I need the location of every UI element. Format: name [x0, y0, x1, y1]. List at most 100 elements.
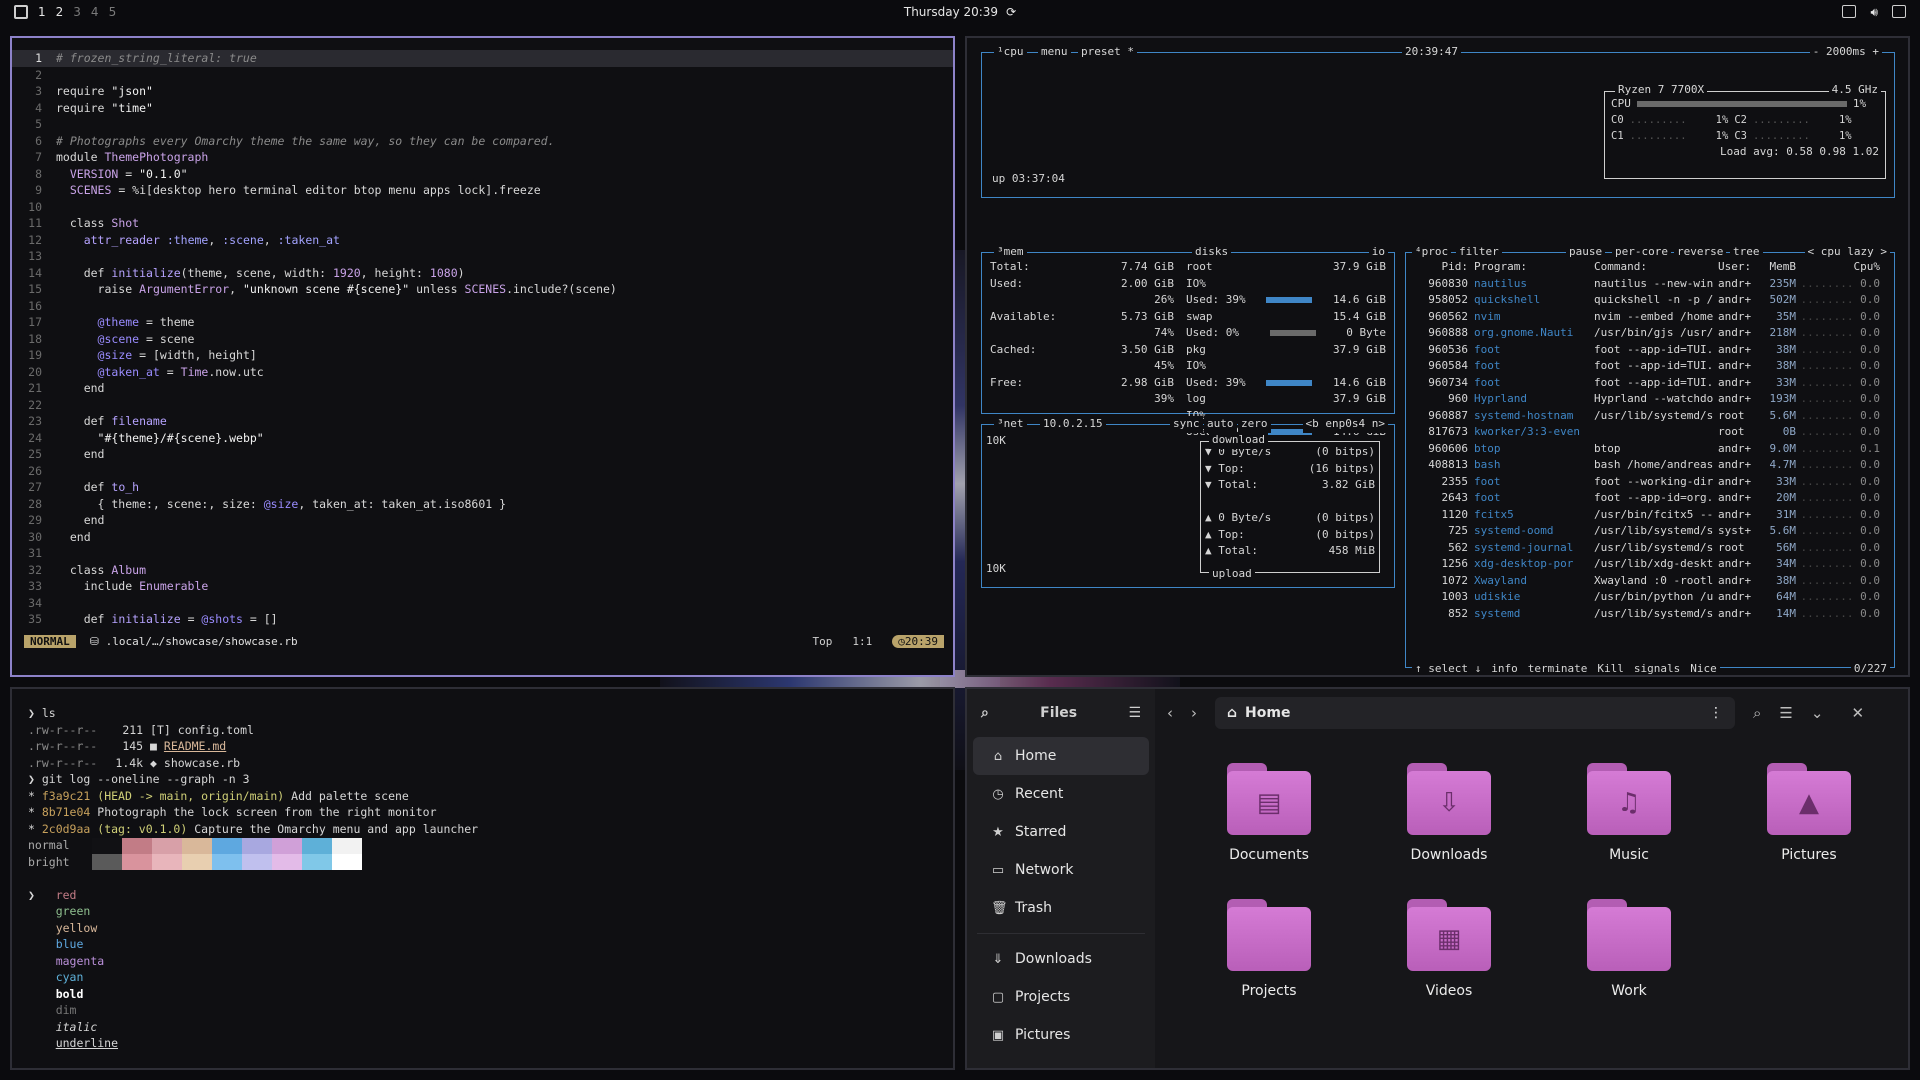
folder-downloads[interactable]: ⇩ Downloads — [1359, 763, 1539, 863]
folder-music[interactable]: ♫ Music — [1539, 763, 1719, 863]
code-line[interactable]: 21 end — [12, 380, 953, 397]
command-header[interactable]: Command: — [1588, 259, 1718, 276]
folder-work[interactable]: Work — [1539, 899, 1719, 999]
workspace-4[interactable]: 4 — [91, 5, 99, 19]
code-line[interactable]: 5 — [12, 116, 953, 133]
code-line[interactable]: 34 — [12, 595, 953, 612]
workspace-3[interactable]: 3 — [73, 5, 81, 19]
sidebar-item-recent[interactable]: ◷ Recent — [973, 775, 1149, 813]
code-line[interactable]: 26 — [12, 463, 953, 480]
update-icon[interactable]: ⟳ — [1006, 5, 1016, 19]
process-row[interactable]: 958052 quickshell quickshell -n -p / andr+ 5… — [1406, 292, 1894, 309]
user-header[interactable]: User: — [1718, 259, 1762, 276]
select-control[interactable]: ↑ select ↓ — [1415, 661, 1481, 676]
search-icon[interactable]: ⌕ — [981, 705, 989, 721]
code-line[interactable]: 31 — [12, 545, 953, 562]
workspace-5[interactable]: 5 — [109, 5, 117, 19]
folder-videos[interactable]: ▦ Videos — [1359, 899, 1539, 999]
code-line[interactable]: 23 def filename — [12, 413, 953, 430]
process-row[interactable]: 2355 foot foot --working-dir andr+ 33M......… — [1406, 474, 1894, 491]
code-line[interactable]: 33 include Enumerable — [12, 578, 953, 595]
workspace-1[interactable]: 1 — [38, 5, 46, 19]
code-line[interactable]: 2 — [12, 67, 953, 84]
code-line[interactable]: 24 "#{theme}/#{scene}.webp" — [12, 430, 953, 447]
folder-pictures[interactable]: ▲ Pictures — [1719, 763, 1899, 863]
preset-button[interactable]: preset * — [1078, 44, 1137, 61]
process-row[interactable]: 960888 org.gnome.Nauti/usr/bin/gjs /usr/a… — [1406, 325, 1894, 342]
files-window[interactable]: ⌕ Files ☰ ⌂ Home ◷ Recent ★ Starred ▭ Network 🗑 T… — [965, 687, 1910, 1070]
display-icon[interactable] — [1892, 5, 1906, 18]
net-box-title[interactable]: ³net — [994, 416, 1027, 433]
code-line[interactable]: 4 require "time" — [12, 100, 953, 117]
code-line[interactable]: 22 — [12, 397, 953, 414]
terminal-window[interactable]: ❯ ls .rw-r--r-- 211 [T] config.toml .rw-r… — [10, 687, 955, 1070]
info-button[interactable]: info — [1491, 661, 1518, 676]
code-line[interactable]: 3 require "json" — [12, 83, 953, 100]
code-line[interactable]: 10 — [12, 199, 953, 216]
code-line[interactable]: 30 end — [12, 529, 953, 546]
screen-record-icon[interactable] — [1842, 5, 1857, 18]
btop-window[interactable]: ¹cpu menu preset * 20:39:47 - 2000ms + R… — [965, 36, 1910, 677]
chevron-down-icon[interactable]: ⌄ — [1811, 704, 1824, 722]
back-icon[interactable]: ‹ — [1167, 704, 1173, 722]
zero-toggle[interactable]: zero — [1238, 416, 1271, 433]
location-bar[interactable]: ⌂ Home ⋮ — [1215, 697, 1735, 729]
process-row[interactable]: 562 systemd-journal/usr/lib/systemd/s root… — [1406, 540, 1894, 557]
process-row[interactable]: 960562 nvim nvim --embed /home andr+ 35M....… — [1406, 309, 1894, 326]
cpu-header[interactable]: Cpu% — [1796, 259, 1881, 276]
process-row[interactable]: 1120 fcitx5/usr/bin/fcitx5 -- andr+ 31M....… — [1406, 507, 1894, 524]
code-line[interactable]: 17 @theme = theme — [12, 314, 953, 331]
process-row[interactable]: 1256 xdg-desktop-por/usr/lib/xdg-deskt and… — [1406, 556, 1894, 573]
close-icon[interactable]: ✕ — [1851, 704, 1864, 722]
file-name[interactable]: README.md — [164, 739, 226, 753]
nice-button[interactable]: Nice — [1690, 661, 1717, 676]
cpu-box-title[interactable]: ¹cpu — [994, 44, 1027, 61]
sidebar-item-home[interactable]: ⌂ Home — [973, 737, 1149, 775]
process-row[interactable]: 960606 btop btop andr+ 9.0M........ 0.1 — [1406, 441, 1894, 458]
sync-toggle[interactable]: sync — [1170, 416, 1203, 433]
folder-documents[interactable]: ▤ Documents — [1179, 763, 1359, 863]
code-line[interactable]: 16 — [12, 298, 953, 315]
file-name[interactable]: showcase.rb — [164, 756, 240, 770]
forward-icon[interactable]: › — [1191, 704, 1197, 722]
code-line[interactable]: 32 class Album — [12, 562, 953, 579]
hamburger-menu-icon[interactable]: ☰ — [1128, 705, 1141, 721]
code-buffer[interactable]: 1 # frozen_string_literal: true 2 3 require … — [12, 50, 953, 628]
process-row[interactable]: 960 Hyprland Hyprland --watchdo andr+ 193M..… — [1406, 391, 1894, 408]
code-line[interactable]: 15 raise ArgumentError, "unknown scene #… — [12, 281, 953, 298]
file-name[interactable]: config.toml — [178, 723, 254, 737]
code-line[interactable]: 6 # Photographs every Omarchy theme the s… — [12, 133, 953, 150]
list-view-icon[interactable]: ☰ — [1779, 704, 1792, 722]
interface-selector[interactable]: <b enp0s4 n> — [1302, 416, 1388, 433]
editor-window[interactable]: 1 # frozen_string_literal: true 2 3 require … — [10, 36, 955, 677]
auto-toggle[interactable]: auto — [1204, 416, 1237, 433]
code-line[interactable]: 7 module ThemePhotograph — [12, 149, 953, 166]
process-row[interactable]: 725 systemd-oomd/usr/lib/systemd/s syst+ 5.… — [1406, 523, 1894, 540]
process-row[interactable]: 960734 foot foot --app-id=TUI. andr+ 33M....… — [1406, 375, 1894, 392]
sidebar-item-projects[interactable]: ▢ Projects — [973, 978, 1149, 1016]
process-row[interactable]: 960584 foot foot --app-id=TUI. andr+ 38M....… — [1406, 358, 1894, 375]
code-line[interactable]: 28 { theme:, scene:, size: @size, taken_… — [12, 496, 953, 513]
code-line[interactable]: 13 — [12, 248, 953, 265]
process-row[interactable]: 408813 bash bash /home/andreas andr+ 4.7M...… — [1406, 457, 1894, 474]
code-line[interactable]: 1 # frozen_string_literal: true — [12, 50, 953, 67]
signals-button[interactable]: signals — [1634, 661, 1680, 676]
clock[interactable]: Thursday 20:39 ⟳ — [904, 5, 1016, 19]
process-row[interactable]: 960887 systemd-hostnam/usr/lib/systemd/s r… — [1406, 408, 1894, 425]
omarchy-logo-icon[interactable] — [14, 5, 28, 19]
process-row[interactable]: 960830 nautilus nautilus --new-win andr+ 235… — [1406, 276, 1894, 293]
program-header[interactable]: Program: — [1468, 259, 1588, 276]
code-line[interactable]: 8 VERSION = "0.1.0" — [12, 166, 953, 183]
folder-projects[interactable]: Projects — [1179, 899, 1359, 999]
workspace-2[interactable]: 2 — [56, 5, 64, 19]
code-line[interactable]: 9 SCENES = %i[desktop hero terminal edit… — [12, 182, 953, 199]
process-row[interactable]: 960536 foot foot --app-id=TUI. andr+ 38M....… — [1406, 342, 1894, 359]
code-line[interactable]: 12 attr_reader :theme, :scene, :taken_at — [12, 232, 953, 249]
menu-button[interactable]: menu — [1038, 44, 1071, 61]
process-row[interactable]: 1003 udiskie/usr/bin/python /u andr+ 64M...… — [1406, 589, 1894, 606]
sidebar-item-starred[interactable]: ★ Starred — [973, 813, 1149, 851]
kill-button[interactable]: Kill — [1597, 661, 1624, 676]
terminate-button[interactable]: terminate — [1528, 661, 1588, 676]
search-icon[interactable]: ⌕ — [1753, 704, 1761, 722]
code-line[interactable]: 27 def to_h — [12, 479, 953, 496]
